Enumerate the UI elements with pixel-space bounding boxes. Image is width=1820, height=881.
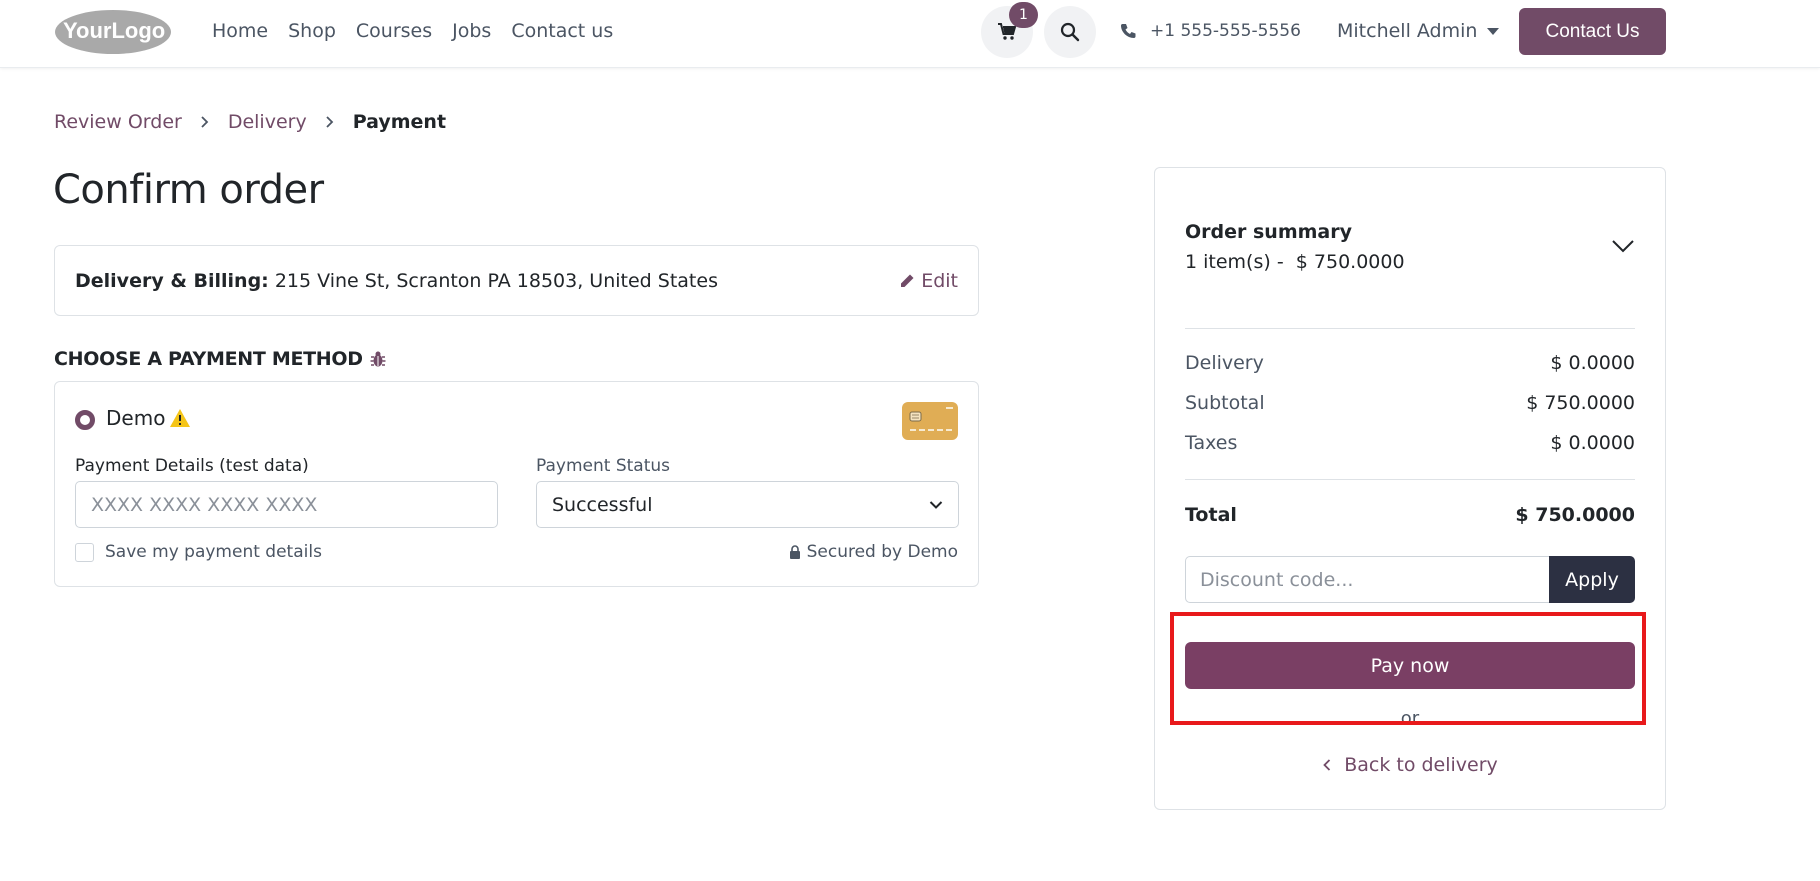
breadcrumb-payment: Payment — [352, 111, 447, 133]
contact-us-button[interactable]: Contact Us — [1519, 8, 1666, 55]
company-logo[interactable]: YourLogo — [53, 8, 173, 56]
subtotal-value: $ 750.0000 — [1526, 392, 1635, 414]
checkout-breadcrumb: Review Order Delivery Payment — [54, 108, 446, 136]
discount-form: Apply — [1185, 556, 1635, 603]
payment-status-label: Payment Status — [536, 456, 670, 476]
demo-radio[interactable] — [75, 410, 95, 430]
save-payment-label: Save my payment details — [105, 542, 322, 562]
breadcrumb-delivery[interactable]: Delivery — [228, 111, 307, 133]
main-nav: Home Shop Courses Jobs Contact us — [212, 0, 613, 62]
apply-discount-button[interactable]: Apply — [1549, 556, 1635, 603]
cart-count-badge: 1 — [1009, 2, 1038, 28]
chevron-down-icon — [929, 500, 943, 509]
secured-by-text: Secured by Demo — [806, 542, 958, 562]
credit-card-icon — [902, 402, 958, 440]
delivery-label: Delivery — [1185, 352, 1264, 374]
total-label: Total — [1185, 504, 1237, 526]
payment-status-select[interactable]: Successful — [536, 481, 959, 528]
nav-home[interactable]: Home — [212, 20, 268, 42]
address-text: Delivery & Billing: 215 Vine St, Scranto… — [75, 270, 718, 292]
delivery-row: Delivery $ 0.0000 — [1185, 352, 1635, 374]
address-label: Delivery & Billing: — [75, 269, 269, 292]
edit-address-link[interactable]: Edit — [899, 246, 958, 315]
order-summary-title[interactable]: Order summary — [1185, 221, 1352, 243]
search-button[interactable] — [1044, 6, 1096, 58]
total-row: Total $ 750.0000 — [1185, 504, 1635, 526]
pencil-icon — [901, 274, 914, 287]
warning-icon — [170, 409, 190, 427]
address-value: 215 Vine St, Scranton PA 18503, United S… — [274, 269, 718, 292]
phone-icon — [1121, 24, 1136, 38]
order-summary-items: 1 item(s) - $ 750.0000 — [1185, 251, 1405, 273]
summary-divider — [1185, 328, 1635, 329]
chevron-right-icon — [326, 116, 333, 128]
payment-method-name: Demo — [106, 406, 166, 430]
nav-contact-us[interactable]: Contact us — [511, 20, 613, 42]
taxes-value: $ 0.0000 — [1550, 432, 1635, 454]
user-menu[interactable]: Mitchell Admin — [1337, 0, 1500, 62]
save-payment-checkbox[interactable] — [75, 543, 94, 562]
payment-method-card: Demo Payment Details (test data) Payment… — [54, 381, 979, 587]
phone-number: +1 555-555-5556 — [1150, 21, 1301, 41]
taxes-row: Taxes $ 0.0000 — [1185, 432, 1635, 454]
back-to-delivery-link[interactable]: Back to delivery — [1155, 754, 1665, 776]
order-summary-card: Order summary 1 item(s) - $ 750.0000 Del… — [1154, 167, 1666, 810]
chevron-left-icon — [1323, 759, 1331, 771]
page-title: Confirm order — [53, 167, 324, 213]
payment-details-label: Payment Details (test data) — [75, 456, 309, 476]
back-to-delivery-label: Back to delivery — [1344, 754, 1498, 776]
breadcrumb-review-order[interactable]: Review Order — [54, 111, 182, 133]
payment-method-heading-text: CHOOSE A PAYMENT METHOD — [54, 348, 363, 370]
search-icon — [1060, 22, 1080, 42]
chevron-right-icon — [201, 116, 209, 128]
svg-text:YourLogo: YourLogo — [63, 18, 165, 43]
delivery-value: $ 0.0000 — [1550, 352, 1635, 374]
pay-now-button[interactable]: Pay now — [1185, 642, 1635, 689]
secured-by-note: Secured by Demo — [789, 542, 958, 562]
user-name: Mitchell Admin — [1337, 20, 1478, 42]
edit-label: Edit — [921, 269, 958, 292]
summary-divider — [1185, 479, 1635, 480]
discount-code-input[interactable] — [1185, 556, 1549, 603]
nav-shop[interactable]: Shop — [288, 20, 336, 42]
chevron-down-icon[interactable] — [1611, 238, 1635, 254]
payment-status-value: Successful — [552, 493, 653, 516]
taxes-label: Taxes — [1185, 432, 1238, 454]
lock-icon — [789, 545, 800, 559]
card-number-input[interactable] — [75, 481, 498, 528]
subtotal-label: Subtotal — [1185, 392, 1265, 414]
nav-courses[interactable]: Courses — [356, 20, 432, 42]
total-value: $ 750.0000 — [1515, 504, 1635, 526]
phone-link[interactable]: +1 555-555-5556 — [1120, 0, 1301, 62]
delivery-billing-card: Delivery & Billing: 215 Vine St, Scranto… — [54, 245, 979, 316]
bug-icon — [370, 351, 386, 367]
subtotal-row: Subtotal $ 750.0000 — [1185, 392, 1635, 414]
payment-method-heading: CHOOSE A PAYMENT METHOD — [54, 346, 387, 372]
items-count: 1 item(s) - — [1185, 251, 1284, 273]
items-total: $ 750.0000 — [1295, 251, 1405, 273]
or-separator: or — [1400, 708, 1420, 729]
nav-jobs[interactable]: Jobs — [452, 20, 491, 42]
site-header: YourLogo Home Shop Courses Jobs Contact … — [0, 0, 1820, 68]
caret-down-icon — [1487, 27, 1500, 35]
